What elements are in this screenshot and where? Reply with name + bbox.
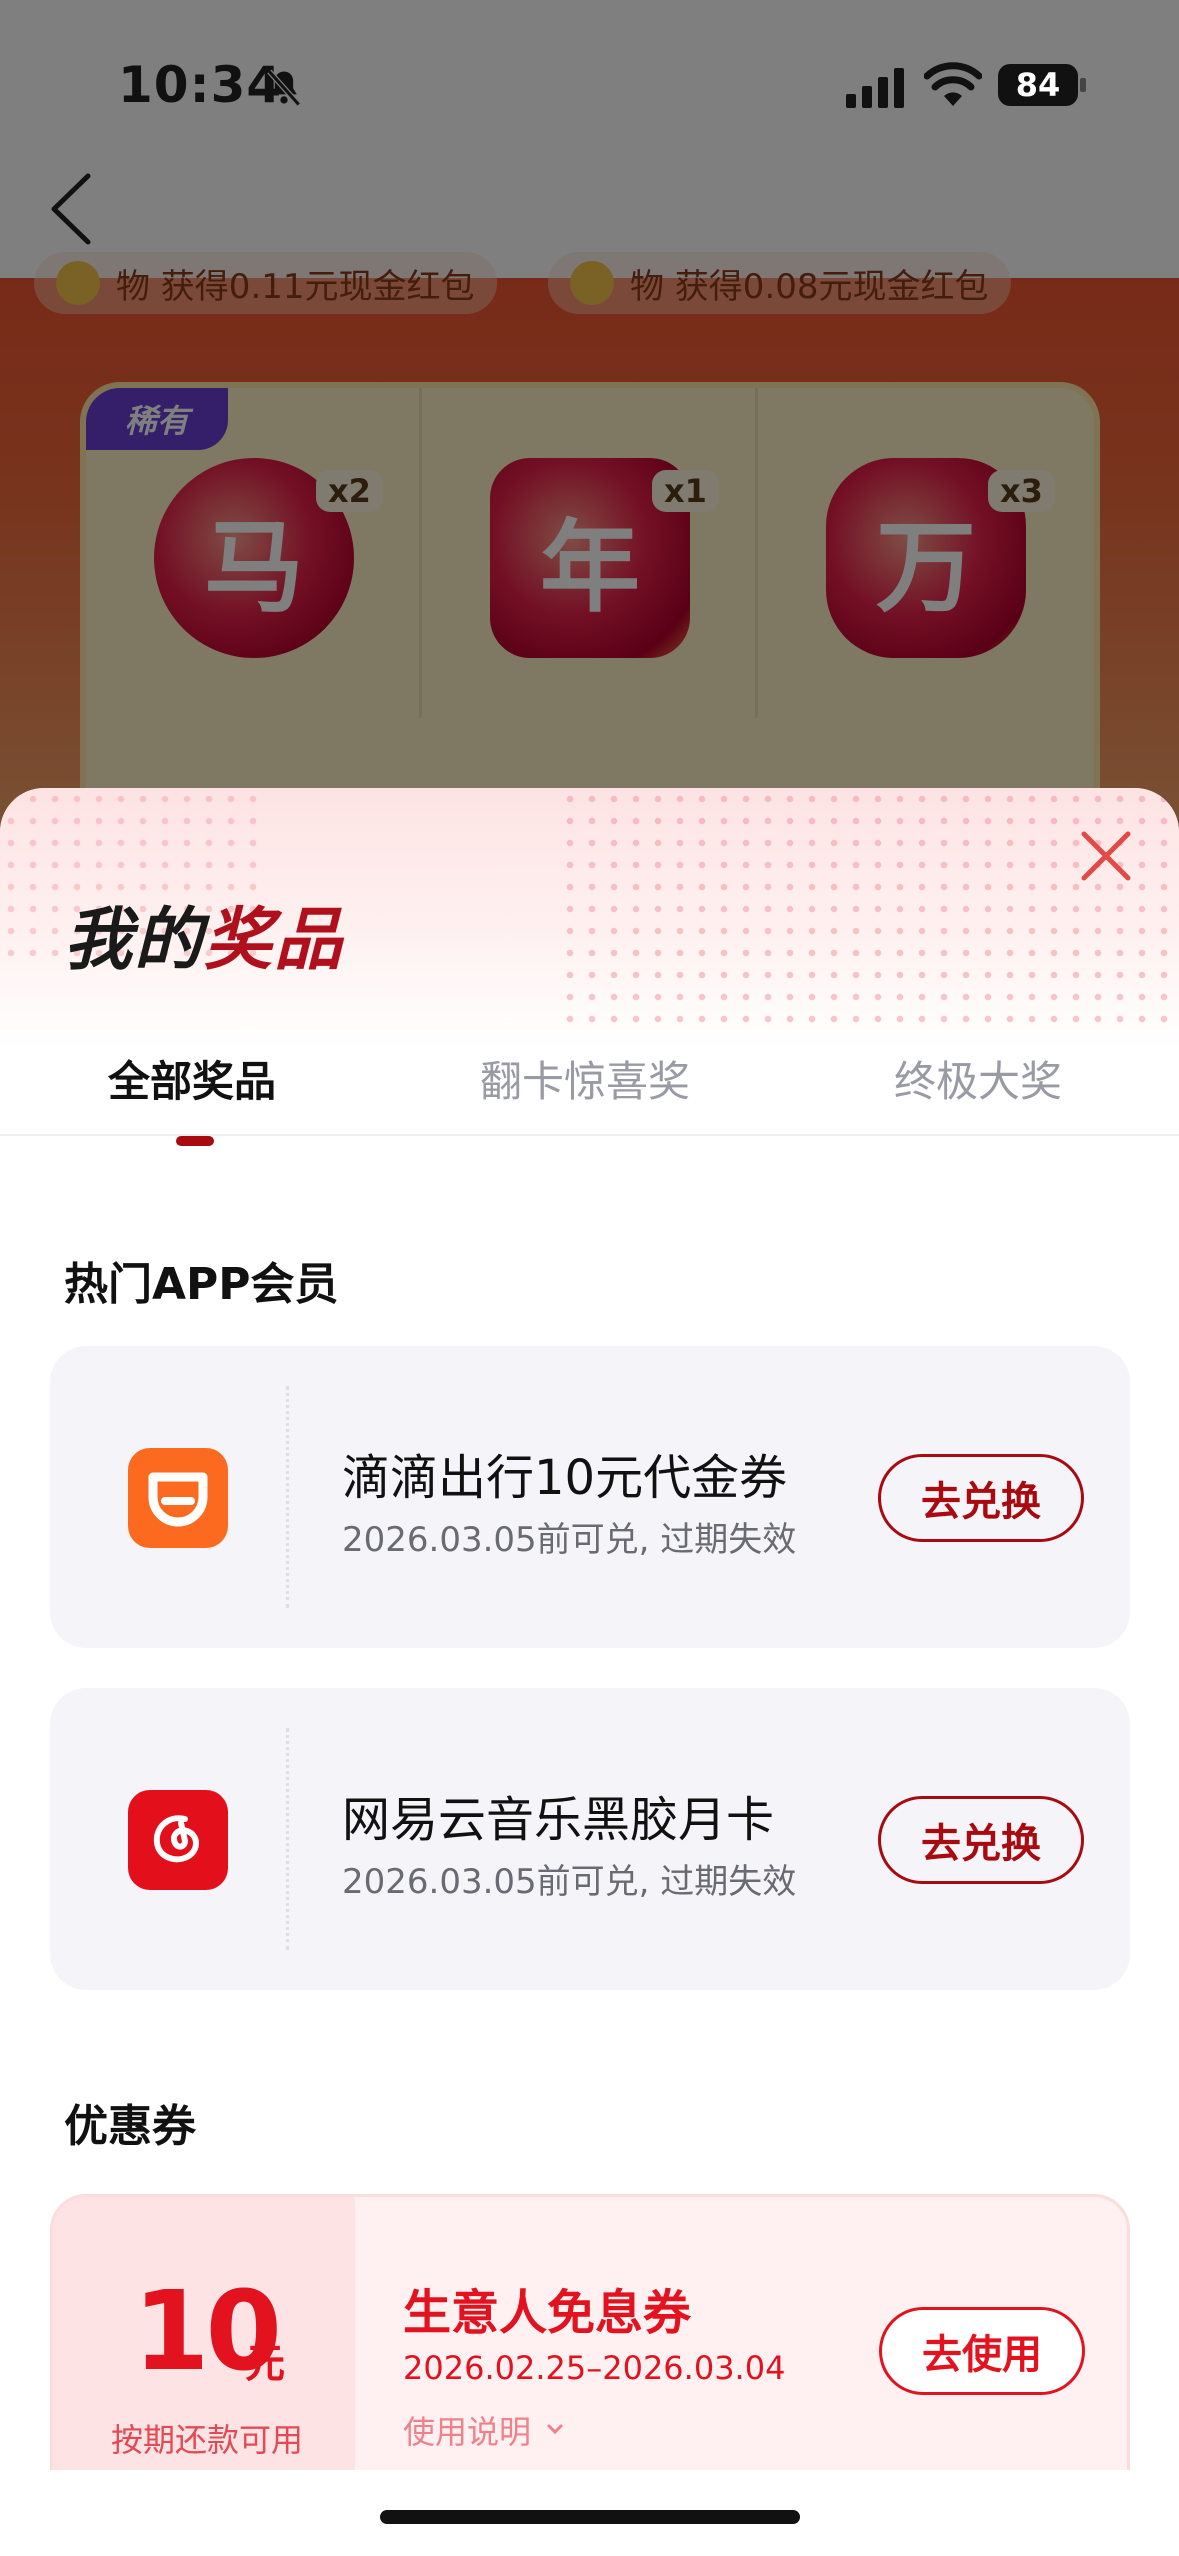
prize-expiry: 2026.03.05前可兑, 过期失效 <box>342 1520 797 1560</box>
prize-card-netease-music: 网易云音乐黑胶月卡 2026.03.05前可兑, 过期失效 去兑换 <box>50 1688 1130 1990</box>
title-part: 我的 <box>64 901 205 980</box>
prize-name: 滴滴出行10元代金券 <box>342 1450 788 1506</box>
section-title-coupons: 优惠券 <box>64 2101 196 2152</box>
use-coupon-button[interactable]: 去使用 <box>879 2307 1085 2395</box>
status-bar: 10:34 84 <box>0 0 1179 170</box>
card-divider <box>286 1386 289 1608</box>
header-dot-pattern <box>559 788 1179 1028</box>
prize-expiry: 2026.03.05前可兑, 过期失效 <box>342 1862 797 1902</box>
coupon-condition: 按期还款可用 <box>111 2421 304 2459</box>
coupon-validity: 2026.02.25–2026.03.04 <box>403 2349 786 2387</box>
silent-bell-icon <box>267 69 301 107</box>
netease-music-icon <box>128 1790 228 1890</box>
prize-name: 网易云音乐黑胶月卡 <box>342 1792 775 1848</box>
chevron-down-icon <box>547 2424 563 2435</box>
prize-card-didi: 滴滴出行10元代金券 2026.03.05前可兑, 过期失效 去兑换 <box>50 1346 1130 1648</box>
redeem-button[interactable]: 去兑换 <box>878 1796 1084 1884</box>
tab-all-prizes[interactable]: 全部奖品 <box>108 1048 276 1109</box>
back-arrow-icon[interactable] <box>40 164 100 254</box>
didi-icon <box>128 1448 228 1548</box>
tab-flip-card-surprise[interactable]: 翻卡惊喜奖 <box>480 1048 690 1109</box>
tab-grand-prize[interactable]: 终极大奖 <box>894 1048 1062 1109</box>
coupon-name: 生意人免息券 <box>403 2285 692 2341</box>
sheet-title: 我的奖品 <box>64 884 344 983</box>
usage-instructions-label: 使用说明 <box>403 2413 532 2451</box>
prizes-sheet: 我的奖品 全部奖品 翻卡惊喜奖 终极大奖 热门APP会员 滴滴出行10元代金券 … <box>0 788 1179 2556</box>
status-time: 10:34 <box>118 56 283 114</box>
section-title-app-membership: 热门APP会员 <box>64 1259 339 1310</box>
home-indicator[interactable] <box>380 2510 800 2524</box>
card-divider <box>286 1728 289 1950</box>
battery-tip <box>1080 78 1086 92</box>
active-tab-indicator <box>176 1136 214 1146</box>
usage-instructions-toggle[interactable]: 使用说明 <box>403 2407 565 2453</box>
tab-bar: 全部奖品 翻卡惊喜奖 终极大奖 <box>0 1008 1179 1136</box>
signal-icon <box>846 68 904 108</box>
wifi-icon <box>924 62 982 106</box>
coupon-amount-unit: 元 <box>245 2341 285 2387</box>
battery-indicator: 84 <box>998 64 1078 106</box>
redeem-button[interactable]: 去兑换 <box>878 1454 1084 1542</box>
title-part: 奖品 <box>204 901 345 980</box>
close-icon[interactable] <box>1076 826 1136 886</box>
